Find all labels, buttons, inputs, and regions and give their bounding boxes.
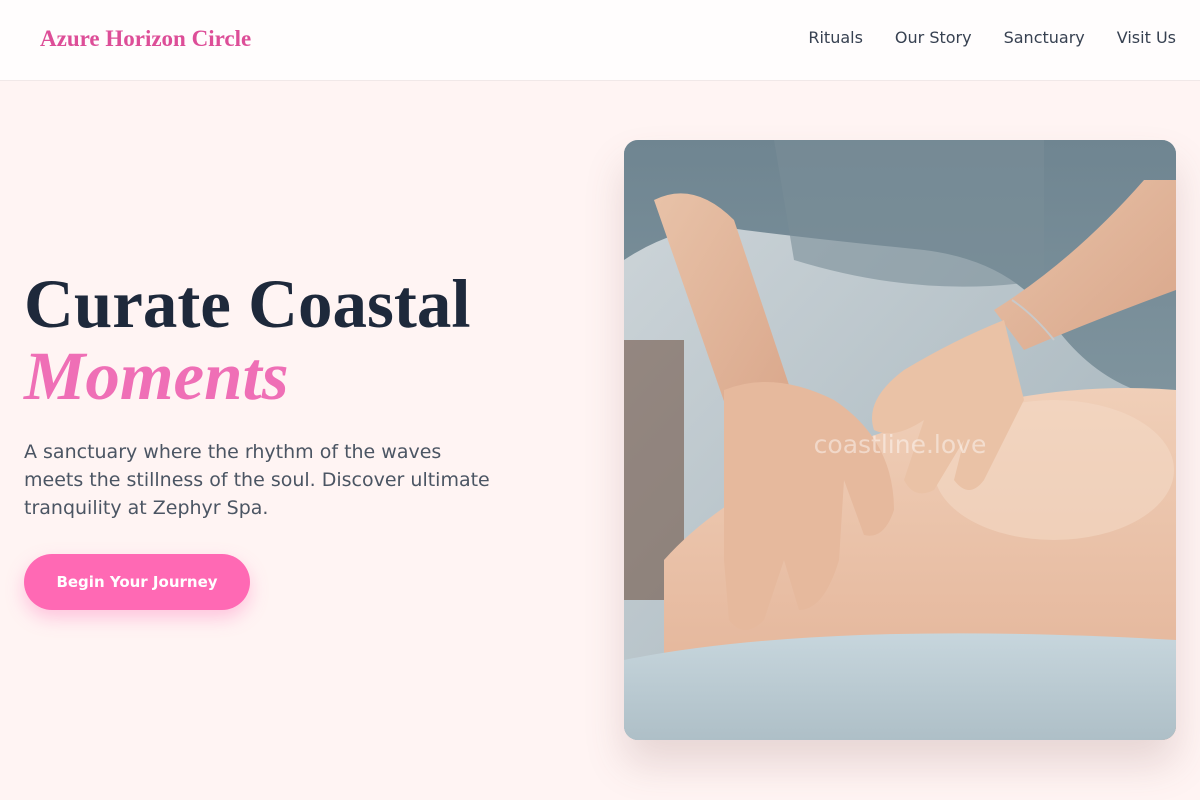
brand-logo-link[interactable]: Azure Horizon Circle bbox=[40, 26, 251, 52]
hero-heading-line2: Moments bbox=[24, 338, 289, 414]
nav-link-our-story[interactable]: Our Story bbox=[895, 28, 972, 47]
hero-massage-image: coastline.love bbox=[624, 140, 1176, 740]
main-nav: Rituals Our Story Sanctuary Visit Us bbox=[808, 28, 1176, 47]
hero-description: A sanctuary where the rhythm of the wave… bbox=[24, 441, 490, 519]
nav-link-rituals[interactable]: Rituals bbox=[808, 28, 863, 47]
nav-link-visit-us[interactable]: Visit Us bbox=[1117, 28, 1176, 47]
hero-heading-line1: Curate Coastal bbox=[24, 266, 471, 342]
site-header: Azure Horizon Circle Rituals Our Story S… bbox=[0, 0, 1200, 81]
image-watermark: coastline.love bbox=[813, 430, 987, 459]
nav-link-sanctuary[interactable]: Sanctuary bbox=[1004, 28, 1085, 47]
begin-journey-button[interactable]: Begin Your Journey bbox=[24, 554, 250, 610]
hero-heading: Curate Coastal Moments bbox=[24, 268, 471, 412]
